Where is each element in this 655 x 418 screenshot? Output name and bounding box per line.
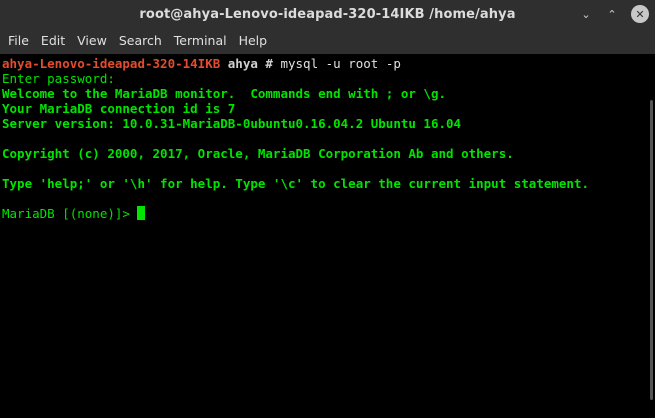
prompt-symbol: # [265, 56, 273, 71]
terminal-line: Server version: 10.0.31-MariaDB-0ubuntu0… [2, 116, 462, 131]
prompt-host: ahya-Lenovo-ideapad-320-14IKB [2, 56, 221, 71]
window-controls: ⌄ ⌃ ✕ [575, 0, 649, 28]
menu-search[interactable]: Search [113, 28, 168, 54]
scrollbar[interactable] [643, 54, 655, 418]
menu-view[interactable]: View [71, 28, 113, 54]
scrollbar-thumb[interactable] [650, 100, 653, 400]
terminal-window: root@ahya-Lenovo-ideapad-320-14IKB /home… [0, 0, 655, 418]
shell-command: mysql -u root -p [280, 56, 401, 71]
terminal-output[interactable]: ahya-Lenovo-ideapad-320-14IKB ahya # mys… [0, 54, 643, 418]
terminal-line: Type 'help;' or '\h' for help. Type '\c'… [2, 176, 589, 191]
menu-terminal[interactable]: Terminal [168, 28, 233, 54]
maximize-icon[interactable]: ⌃ [601, 3, 623, 25]
menu-bar: File Edit View Search Terminal Help [0, 28, 655, 54]
terminal-line: Welcome to the MariaDB monitor. Commands… [2, 86, 447, 101]
close-icon[interactable]: ✕ [631, 5, 649, 23]
shell-prompt-line: ahya-Lenovo-ideapad-320-14IKB ahya # mys… [2, 56, 643, 71]
prompt-dir: ahya [227, 56, 258, 71]
terminal-line: Enter password: [2, 71, 115, 86]
text-cursor [137, 206, 146, 220]
menu-file[interactable]: File [2, 28, 35, 54]
menu-help[interactable]: Help [233, 28, 274, 54]
menu-edit[interactable]: Edit [35, 28, 71, 54]
mariadb-prompt-line: MariaDB [(none)]> [2, 206, 643, 221]
mariadb-prompt: MariaDB [(none)]> [2, 206, 138, 221]
window-title: root@ahya-Lenovo-ideapad-320-14IKB /home… [139, 6, 516, 22]
terminal-line: Copyright (c) 2000, 2017, Oracle, MariaD… [2, 146, 514, 161]
minimize-icon[interactable]: ⌄ [575, 3, 597, 25]
terminal-line: Your MariaDB connection id is 7 [2, 101, 236, 116]
title-bar[interactable]: root@ahya-Lenovo-ideapad-320-14IKB /home… [0, 0, 655, 28]
